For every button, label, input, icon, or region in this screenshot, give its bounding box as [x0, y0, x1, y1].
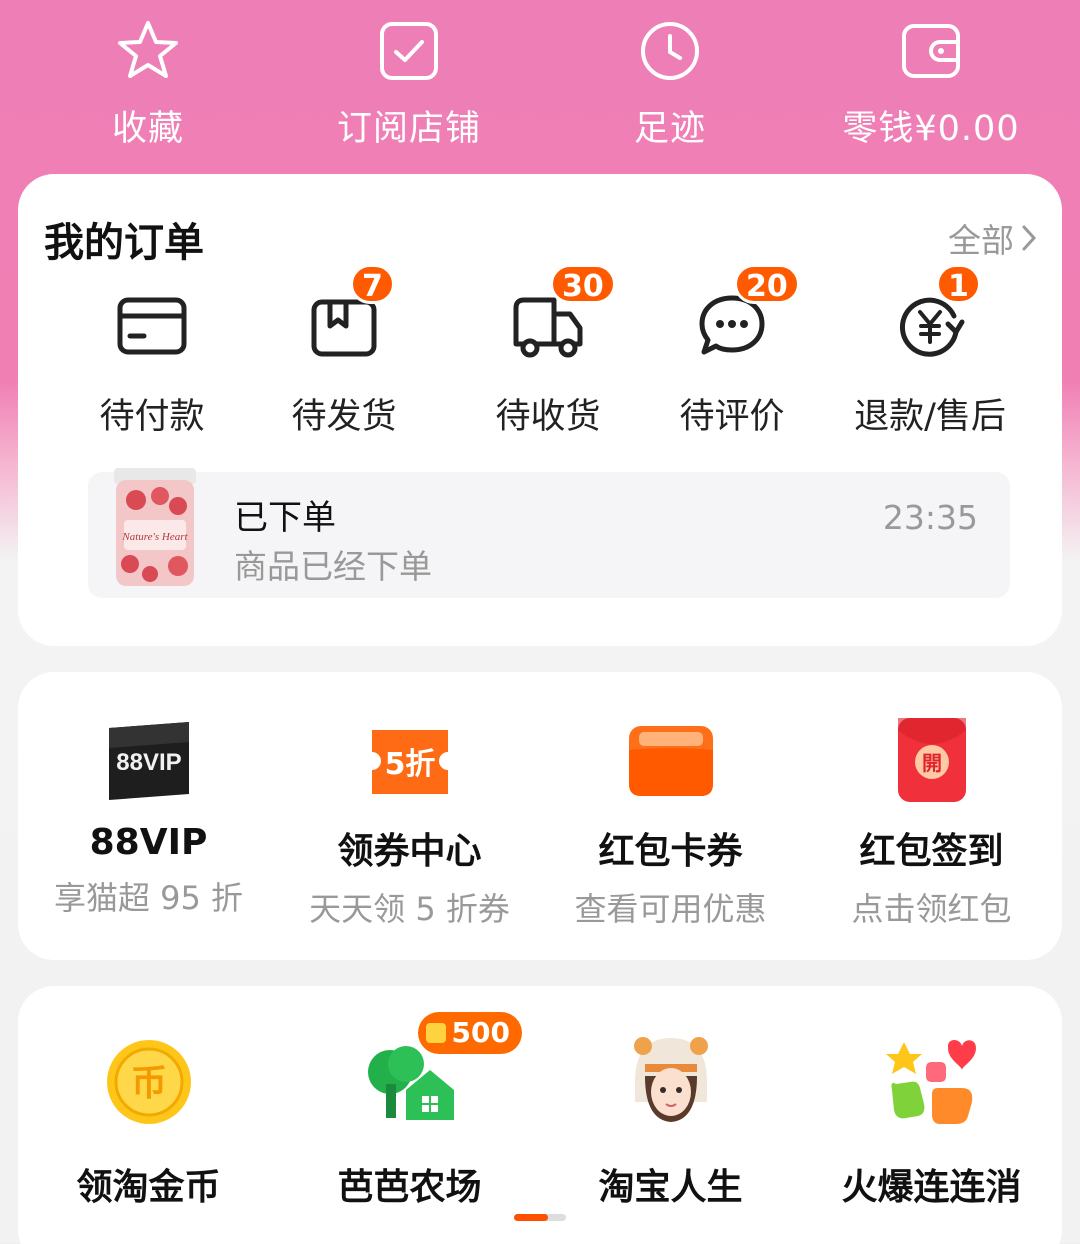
farm-reward-value: 500 [451, 1016, 510, 1049]
orders-title: 我的订单 [44, 220, 204, 266]
wallet-icon [902, 24, 960, 78]
game-match-blocks[interactable]: 火爆连连消 [801, 1032, 1062, 1210]
game-baba-farm[interactable]: 500 芭芭农场 [279, 1012, 540, 1210]
orders-view-all-label: 全部 [948, 221, 1014, 260]
benefits-card: 88VIP 88VIP 享猫超 95 折 5折 领券中心 天天领 5 折券 红包… [18, 672, 1062, 960]
benefit-subtitle: 点击领红包 [851, 890, 1012, 928]
order-status-label: 待发货 [291, 397, 397, 437]
game-title: 芭芭农场 [337, 1167, 482, 1208]
quick-footprint[interactable]: 足迹 [550, 18, 790, 151]
product-thumbnail: Nature's Heart [114, 468, 196, 586]
chevron-right-icon [1022, 225, 1037, 251]
benefit-title: 红包卡券 [598, 831, 743, 872]
order-status-pending-shipment[interactable]: 7 待发货 [244, 264, 444, 439]
benefit-subtitle: 查看可用优惠 [574, 890, 767, 928]
order-status-pending-review[interactable]: 20 待评价 [632, 264, 832, 439]
coin-mini-icon [425, 1023, 446, 1043]
game-title: 火爆连连消 [841, 1167, 1022, 1208]
quick-wallet[interactable]: 零钱¥0.00 [811, 18, 1051, 151]
clock-icon [641, 22, 699, 80]
quick-subscribed-shops-label: 订阅店铺 [336, 109, 481, 149]
quick-subscribed-shops[interactable]: 订阅店铺 [289, 18, 529, 151]
farm-reward-badge: 500 [417, 1012, 522, 1054]
gold-coin-text: 币 [130, 1063, 166, 1104]
latest-order-time: 23:35 [882, 498, 978, 537]
benefit-subtitle: 享猫超 95 折 [53, 879, 244, 917]
order-status-badge: 20 [734, 264, 800, 304]
order-status-refund[interactable]: 1 退款/售后 [830, 264, 1030, 439]
red-envelope-icon: 開 [897, 718, 966, 802]
vip-card-icon: 88VIP [108, 722, 189, 800]
quick-favorites[interactable]: 收藏 [28, 18, 268, 151]
my-orders-card: 我的订单 全部 待付款 7 待发货 30 待收货 20 待评价 1 退款/售后 … [18, 174, 1062, 646]
order-status-label: 退款/售后 [854, 397, 1006, 437]
order-status-badge: 1 [936, 264, 981, 304]
card-icon [117, 297, 187, 355]
checkbox-icon [380, 22, 438, 80]
quick-bar: 收藏 订阅店铺 足迹 零钱¥0.00 [0, 0, 1080, 170]
orders-view-all-link[interactable]: 全部 [948, 214, 1038, 262]
carousel-pager[interactable] [514, 1214, 566, 1221]
game-title: 领淘金币 [76, 1167, 221, 1208]
benefit-red-packet-checkin[interactable]: 開 红包签到 点击领红包 [801, 718, 1062, 930]
match-blocks-icon [885, 1040, 976, 1124]
games-card: 币 领淘金币 500 芭芭农场 淘宝人生 火爆连连消 [18, 986, 1062, 1244]
red-envelope-text: 開 [922, 751, 942, 775]
latest-order-status: 已下单 [234, 498, 336, 538]
gold-coin-icon: 币 [106, 1040, 191, 1124]
benefit-red-packet-cards[interactable]: 红包卡券 查看可用优惠 [540, 718, 801, 930]
latest-order-desc: 商品已经下单 [234, 547, 432, 586]
product-label: Nature's Heart [121, 531, 188, 543]
order-status-badge: 30 [550, 264, 616, 304]
vip-card-text: 88VIP [116, 749, 181, 776]
order-status-pending-receipt[interactable]: 30 待收货 [448, 264, 648, 439]
benefit-title: 领券中心 [337, 831, 482, 872]
order-status-badge: 7 [350, 264, 395, 304]
order-status-label: 待收货 [495, 397, 601, 437]
order-status-label: 待付款 [99, 397, 205, 437]
quick-footprint-label: 足迹 [633, 109, 706, 149]
wallet-folder-icon [628, 726, 713, 796]
quick-wallet-label: 零钱¥0.00 [842, 109, 1020, 149]
quick-favorites-label: 收藏 [111, 109, 184, 149]
benefit-subtitle: 天天领 5 折券 [309, 890, 510, 928]
benefit-88vip[interactable]: 88VIP 88VIP 享猫超 95 折 [18, 718, 279, 919]
coupon-icon: 5折 [371, 730, 448, 794]
carousel-pager-active-dot [514, 1214, 548, 1221]
benefit-coupon-center[interactable]: 5折 领券中心 天天领 5 折券 [279, 718, 540, 930]
avatar-girl-icon [633, 1037, 708, 1122]
coupon-text: 5折 [384, 747, 435, 782]
game-taobao-life[interactable]: 淘宝人生 [540, 1032, 801, 1210]
game-title: 淘宝人生 [598, 1167, 743, 1208]
benefit-title: 红包签到 [859, 831, 1004, 872]
order-status-label: 待评价 [679, 397, 785, 437]
latest-order-row[interactable]: Nature's Heart 已下单 商品已经下单 23:35 [88, 468, 1010, 598]
game-gold-coins[interactable]: 币 领淘金币 [18, 1032, 279, 1210]
order-status-pending-payment[interactable]: 待付款 [52, 286, 252, 439]
star-icon [118, 21, 178, 78]
benefit-title: 88VIP [89, 822, 208, 863]
